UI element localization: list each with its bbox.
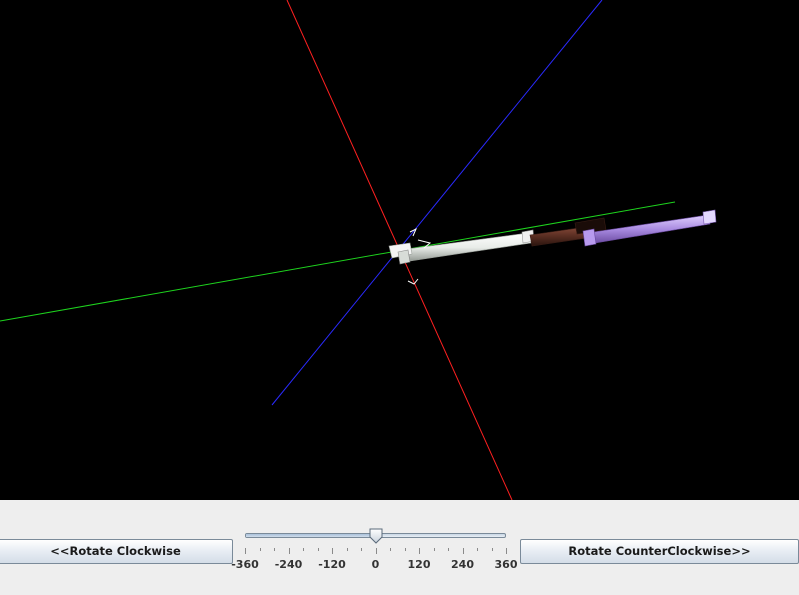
- slider-major-tick: [462, 548, 464, 554]
- y-axis-line: [0, 201, 676, 322]
- slider-minor-tick: [361, 548, 362, 551]
- slider-fill: [246, 534, 377, 537]
- slider-minor-tick: [274, 548, 275, 551]
- slider-minor-tick: [346, 548, 348, 551]
- slider-tick-label: -360: [231, 558, 259, 571]
- slider-minor-tick: [477, 548, 478, 551]
- slider-minor-tick: [303, 548, 304, 551]
- slider-minor-tick: [259, 548, 261, 551]
- rotate-clockwise-button[interactable]: <<Rotate Clockwise: [0, 539, 233, 564]
- slider-tick-label: 240: [451, 558, 474, 571]
- slider-major-tick: [288, 548, 290, 554]
- slider-minor-tick: [390, 548, 391, 551]
- rotation-slider[interactable]: -360 -240 -120 0 120 240 360: [231, 524, 520, 574]
- control-panel: <<Rotate Clockwise -360 -240 -120 0 120 240 36…: [0, 500, 799, 595]
- slider-minor-tick: [448, 548, 449, 551]
- slider-tick-label: -240: [274, 558, 303, 571]
- slider-minor-tick: [491, 548, 493, 551]
- 3d-viewport[interactable]: [0, 0, 799, 500]
- rotate-counterclockwise-button[interactable]: Rotate CounterClockwise>>: [520, 539, 799, 564]
- z-axis-line: [271, 0, 603, 406]
- slider-tick-label: -120: [318, 558, 346, 571]
- slider-thumb[interactable]: [369, 528, 383, 544]
- slider-major-tick: [375, 548, 377, 554]
- slider-minor-tick: [317, 548, 319, 551]
- slider-minor-tick: [404, 548, 406, 551]
- 3d-scene: [0, 0, 717, 500]
- slider-major-tick: [332, 548, 333, 554]
- slider-major-tick: [419, 548, 420, 554]
- slider-major-tick: [245, 548, 246, 554]
- slider-tick-label: 120: [407, 558, 431, 571]
- slider-minor-tick: [433, 548, 435, 551]
- slider-tick-label: 0: [371, 558, 380, 571]
- slider-major-tick: [506, 548, 507, 554]
